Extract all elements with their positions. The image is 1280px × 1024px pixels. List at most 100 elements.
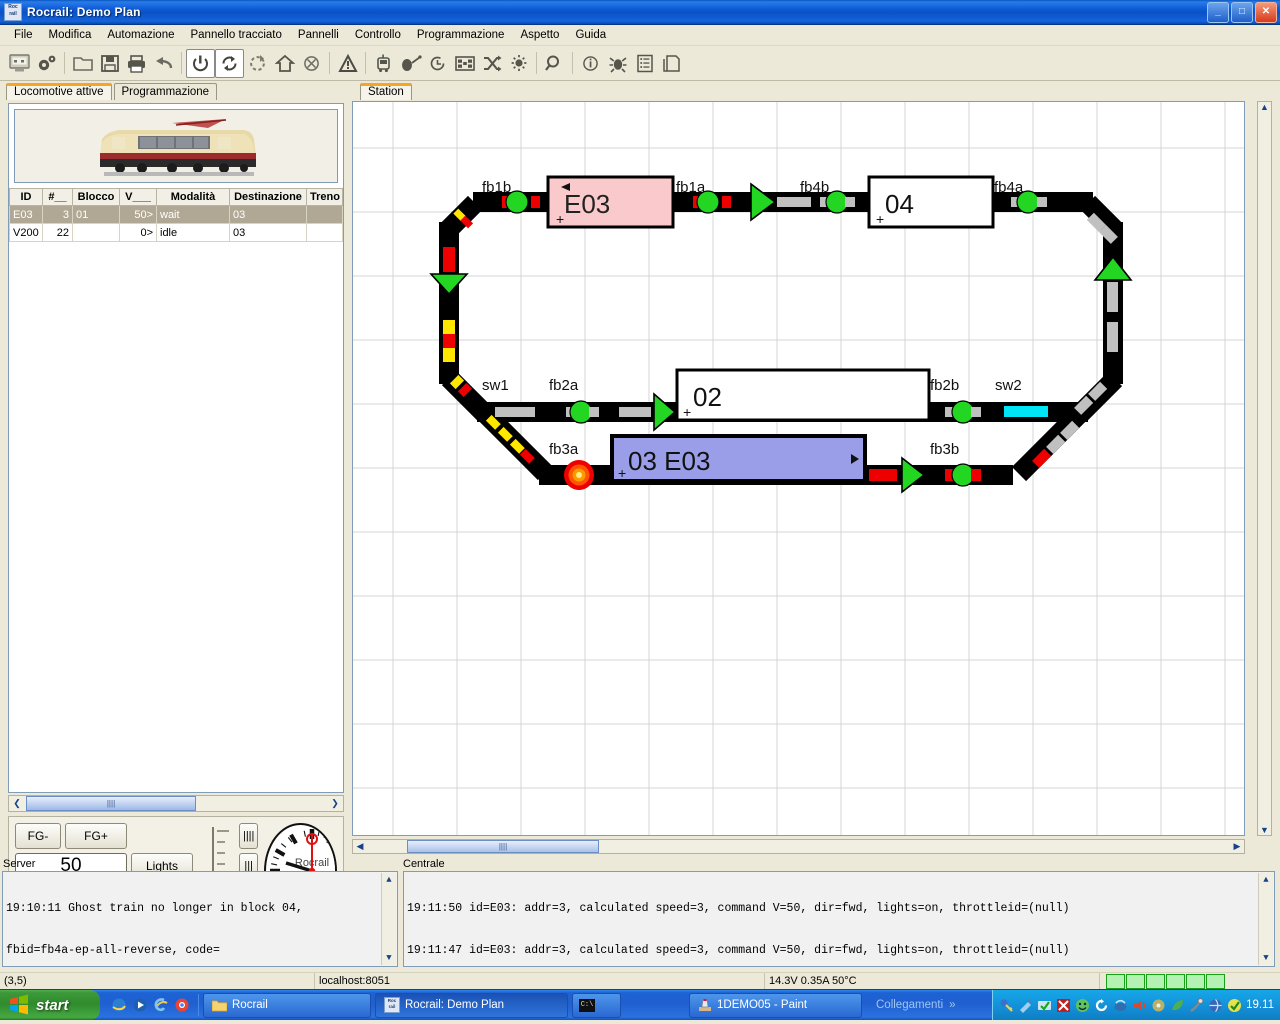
save-icon[interactable] (96, 50, 123, 77)
list-icon[interactable] (631, 50, 658, 77)
cell-v: 0> (119, 223, 157, 242)
scroll-down-button[interactable]: ▼ (382, 951, 396, 965)
col-v[interactable]: V___ (119, 188, 157, 206)
clock-icon[interactable] (424, 50, 451, 77)
col-treno[interactable]: Treno (306, 188, 343, 206)
power-icon[interactable] (186, 48, 215, 78)
menu-modifica[interactable]: Modifica (41, 27, 100, 43)
taskbar-item-rocrail[interactable]: Rocrail (203, 992, 371, 1018)
menu-programmazione[interactable]: Programmazione (409, 27, 513, 43)
menu-aspetto[interactable]: Aspetto (512, 27, 567, 43)
scroll-up-button[interactable]: ▲ (1258, 102, 1272, 112)
tray-clock[interactable]: 19.11 (1246, 999, 1274, 1011)
block-04[interactable]: + 04 (867, 175, 995, 229)
col-modalita[interactable]: Modalità (156, 188, 230, 206)
check-icon[interactable] (1227, 998, 1242, 1013)
plan-vscrollbar[interactable]: ▲ ▼ (1257, 101, 1272, 836)
step-4-button[interactable]: |||| (239, 823, 259, 849)
col-id[interactable]: ID (9, 188, 43, 206)
shuffle-icon[interactable] (478, 50, 505, 77)
monitor-icon[interactable] (6, 50, 33, 77)
locomotive-icon[interactable] (370, 50, 397, 77)
menu-controllo[interactable]: Controllo (347, 27, 409, 43)
key-icon[interactable] (999, 998, 1014, 1013)
server-log-body[interactable]: 19:10:11 Ghost train no longer in block … (2, 871, 398, 967)
block-02[interactable]: + 02 (675, 368, 931, 422)
explorer-icon[interactable] (153, 997, 169, 1013)
close-button[interactable]: ✕ (1255, 2, 1277, 23)
chevron-right-icon[interactable]: » (949, 999, 955, 1011)
scroll-down-button[interactable]: ▼ (1258, 825, 1272, 835)
taskbar-item-paint[interactable]: 1DEMO05 - Paint (689, 992, 862, 1018)
plug-icon[interactable] (1189, 997, 1204, 1013)
folder-open-icon[interactable] (69, 50, 96, 77)
mouse-icon[interactable] (397, 50, 424, 77)
centrale-log-body[interactable]: 19:11:50 id=E03: addr=3, calculated spee… (403, 871, 1275, 967)
tab-station[interactable]: Station (360, 83, 412, 100)
alert-icon[interactable] (1056, 998, 1071, 1013)
fg-minus-button[interactable]: FG- (15, 823, 61, 849)
col-destinazione[interactable]: Destinazione (229, 188, 307, 206)
check-shield-icon[interactable] (1037, 998, 1052, 1013)
taskbar-item-console[interactable]: C:\ (572, 992, 621, 1018)
table-row[interactable]: E03 3 01 50> wait 03 (9, 205, 343, 224)
scroll-left-button[interactable]: ◀ (353, 841, 367, 852)
undo-icon[interactable] (150, 50, 177, 77)
stop-circle-icon[interactable] (298, 50, 325, 77)
plan-hscrollbar[interactable]: ◀ |||| ▶ (352, 839, 1245, 854)
scroll-right-button[interactable]: ❯ (327, 796, 343, 811)
table-row[interactable]: V200 22 0> idle 03 (9, 223, 343, 242)
server-log-scrollbar[interactable]: ▲ ▼ (381, 873, 396, 965)
blocks-icon[interactable] (451, 50, 478, 77)
refresh-icon[interactable] (1094, 998, 1109, 1013)
media-icon[interactable] (132, 997, 148, 1013)
tab-locomotive-attive[interactable]: Locomotive attive (6, 83, 112, 100)
track-plan-svg[interactable]: + E03 + 04 + 02 + 03 E03 fb1b fb1a fb4b … (353, 102, 1244, 835)
menu-pannelli[interactable]: Pannelli (290, 27, 347, 43)
scroll-up-button[interactable]: ▲ (1259, 873, 1273, 887)
taskbar-item-demo-plan[interactable]: Roc rail Rocrail: Demo Plan (375, 992, 568, 1018)
block-E03[interactable]: + E03 (546, 175, 675, 229)
tab-programmazione[interactable]: Programmazione (113, 83, 218, 100)
minimize-button[interactable]: _ (1207, 2, 1229, 23)
warning-icon[interactable] (334, 50, 361, 77)
light-icon[interactable] (505, 50, 532, 77)
volume-icon[interactable] (1132, 998, 1147, 1013)
tool-icon[interactable] (1018, 998, 1033, 1013)
info-icon[interactable] (577, 50, 604, 77)
leaf-icon[interactable] (1170, 998, 1185, 1013)
chrome-icon[interactable] (174, 997, 190, 1013)
menu-guida[interactable]: Guida (567, 27, 614, 43)
scroll-right-button[interactable]: ▶ (1230, 841, 1244, 852)
menu-pannello-tracciato[interactable]: Pannello tracciato (182, 27, 289, 43)
gears-icon[interactable] (33, 50, 60, 77)
col-num[interactable]: #__ (42, 188, 73, 206)
track-plan-canvas[interactable]: + E03 + 04 + 02 + 03 E03 fb1b fb1a fb4b … (352, 101, 1245, 836)
menu-file[interactable]: File (6, 27, 41, 43)
menu-automazione[interactable]: Automazione (99, 27, 182, 43)
block-03[interactable]: + 03 E03 (610, 434, 867, 483)
scroll-left-button[interactable]: ❮ (9, 796, 25, 811)
network-icon[interactable] (1113, 998, 1128, 1013)
fg-plus-button[interactable]: FG+ (65, 823, 127, 849)
maximize-button[interactable]: □ (1231, 2, 1253, 23)
smiley-icon[interactable] (1075, 998, 1090, 1013)
print-icon[interactable] (123, 50, 150, 77)
copy-icon[interactable] (658, 50, 685, 77)
home-icon[interactable] (271, 50, 298, 77)
scroll-thumb[interactable]: |||| (26, 796, 196, 811)
collegamenti-toolbar[interactable]: Collegamenti » (876, 999, 956, 1011)
reset-icon[interactable] (244, 50, 271, 77)
globe-icon[interactable] (1208, 998, 1223, 1013)
start-button[interactable]: start (0, 990, 100, 1020)
locomotive-hscrollbar[interactable]: ❮ |||| ❯ (8, 795, 344, 812)
disc-icon[interactable] (1151, 998, 1166, 1013)
col-blocco[interactable]: Blocco (72, 188, 120, 206)
centrale-log-scrollbar[interactable]: ▲ ▼ (1258, 873, 1273, 965)
bug-icon[interactable] (604, 50, 631, 77)
scroll-up-button[interactable]: ▲ (382, 873, 396, 887)
scroll-down-button[interactable]: ▼ (1259, 951, 1273, 965)
search-icon[interactable] (541, 50, 568, 77)
auto-mode-icon[interactable] (215, 48, 244, 78)
ie-icon[interactable] (111, 997, 127, 1013)
